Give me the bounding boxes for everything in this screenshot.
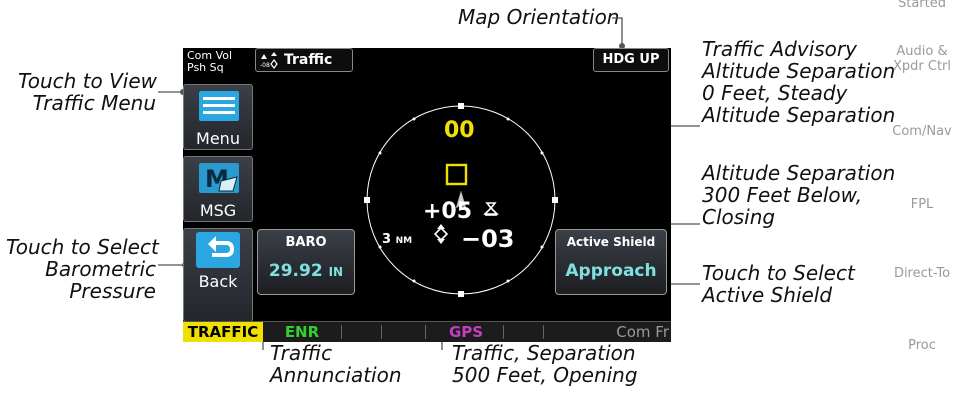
ring-tick-top bbox=[458, 103, 464, 109]
callout-line: Altitude Separation bbox=[702, 103, 896, 127]
bar-divider bbox=[341, 325, 342, 339]
callout-traffic-annunciation: Traffic Annunciation bbox=[270, 342, 402, 386]
callout-line: Touch to Select bbox=[702, 261, 855, 285]
baro-unit: IN bbox=[328, 265, 344, 279]
callout-line: Touch to Select bbox=[6, 235, 159, 259]
ring-tick-right bbox=[552, 197, 558, 203]
annunciation-bar: TRAFFIC ENR GPS Com Fr bbox=[183, 321, 671, 342]
callout-line: Closing bbox=[702, 205, 776, 229]
callout-barometric: Touch to Select Barometric Pressure bbox=[6, 235, 159, 303]
traffic-opening-icon bbox=[433, 224, 449, 244]
ring-tick-left bbox=[364, 197, 370, 203]
tab-label: Audio & bbox=[896, 44, 948, 59]
callout-line: Pressure bbox=[69, 279, 156, 303]
enr-annunciation: ENR bbox=[284, 323, 320, 341]
tab-audio-xpdr-ctrl[interactable]: Audio & Xpdr Ctrl bbox=[885, 44, 959, 74]
callout-line: Annunciation bbox=[270, 363, 402, 387]
range-unit: NM bbox=[395, 236, 413, 246]
callout-line: Traffic Menu bbox=[32, 91, 156, 115]
callout-map-orientation: Map Orientation bbox=[458, 5, 620, 29]
tab-fpl[interactable]: FPL bbox=[885, 197, 959, 212]
callout-line: Active Shield bbox=[702, 283, 833, 307]
gtn-traffic-screen: Com Vol Psh Sq -08 Traffic HDG UP Menu M… bbox=[183, 48, 671, 342]
baro-value: 29.92 bbox=[268, 261, 323, 281]
tab-com-nav[interactable]: Com/Nav bbox=[885, 124, 959, 139]
callout-active-shield: Touch to Select Active Shield bbox=[702, 262, 855, 306]
callout-line: Barometric bbox=[45, 257, 156, 281]
baro-button[interactable]: BARO 29.92 IN bbox=[257, 229, 355, 295]
traffic-map bbox=[364, 103, 558, 297]
range-value: 3 bbox=[382, 232, 392, 247]
callout-view-traffic-menu: Touch to View Traffic Menu bbox=[18, 69, 158, 115]
bar-divider bbox=[543, 325, 544, 339]
gps-annunciation: GPS bbox=[448, 323, 484, 341]
callout-separation-300: Altitude Separation 300 Feet Below, Clos… bbox=[702, 162, 895, 228]
callout-line: Touch to View bbox=[18, 69, 158, 93]
callout-line: Altitude Separation bbox=[702, 161, 896, 185]
callout-line: Traffic Advisory bbox=[702, 37, 857, 61]
tab-started[interactable]: Started bbox=[885, 0, 959, 11]
callout-traffic-advisory: Traffic Advisory Altitude Separation 0 F… bbox=[702, 38, 895, 126]
com-frequency-annunciation: Com Fr bbox=[616, 323, 669, 341]
traffic-annunciation: TRAFFIC bbox=[183, 322, 263, 342]
traffic-advisory-square bbox=[445, 163, 468, 186]
tab-label: Xpdr Ctrl bbox=[892, 59, 952, 74]
bar-divider bbox=[381, 325, 382, 339]
bar-divider bbox=[425, 325, 426, 339]
baro-label: BARO bbox=[285, 235, 327, 250]
callout-line: Traffic, Separation bbox=[452, 341, 636, 365]
callout-line: Traffic bbox=[270, 341, 333, 365]
active-shield-button[interactable]: Active Shield Approach bbox=[555, 229, 667, 295]
traffic-advisory-altitude: 00 bbox=[444, 118, 475, 143]
traffic-relative-altitude-plus: +05 bbox=[423, 199, 473, 224]
callout-line: Altitude Separation bbox=[702, 59, 896, 83]
active-shield-label: Active Shield bbox=[566, 235, 656, 249]
callout-separation-500: Traffic, Separation 500 Feet, Opening bbox=[452, 342, 638, 386]
callout-line: 500 Feet, Opening bbox=[452, 363, 638, 387]
ring-tick-bottom bbox=[458, 291, 464, 297]
range-label: 3 NM bbox=[382, 232, 412, 247]
callout-line: 0 Feet, Steady bbox=[702, 81, 848, 105]
bar-divider bbox=[503, 325, 504, 339]
tab-direct-to[interactable]: Direct-To bbox=[885, 266, 959, 281]
active-shield-value: Approach bbox=[565, 261, 657, 281]
traffic-closing-icon bbox=[483, 202, 499, 216]
callout-line: 300 Feet Below, bbox=[702, 183, 863, 207]
traffic-relative-altitude-minus: −03 bbox=[461, 225, 515, 253]
tab-proc[interactable]: Proc bbox=[885, 338, 959, 353]
baro-value-line: 29.92 IN bbox=[258, 261, 354, 281]
